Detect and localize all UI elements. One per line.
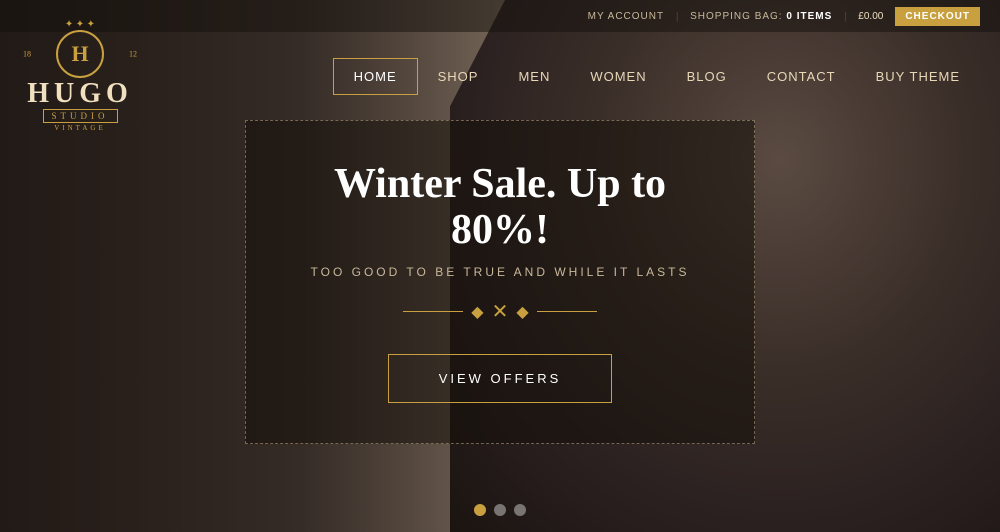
nav-blog[interactable]: BLOG	[667, 59, 747, 94]
nav-shop[interactable]: SHOP	[418, 59, 499, 94]
ornament-diamond-left: ◆	[471, 302, 483, 322]
top-bar: MY ACCOUNT | SHOPPING BAG: 0 ITEMS | £0.…	[0, 0, 1000, 32]
brand-tagline: VINTAGE	[54, 124, 106, 132]
slide-dot-1[interactable]	[474, 504, 486, 516]
separator-2: |	[844, 11, 846, 22]
logo-year-right: 12	[129, 50, 137, 59]
nav-women[interactable]: WOMEN	[570, 59, 666, 94]
shopping-bag-info: SHOPPING BAG: 0 ITEMS	[690, 11, 832, 22]
cart-price: £0.00	[858, 11, 883, 22]
nav-buy-theme[interactable]: BUY THEME	[856, 59, 980, 94]
slide-dot-3[interactable]	[514, 504, 526, 516]
checkout-button[interactable]: CHECKOUT	[895, 7, 980, 26]
ornament-line-left	[403, 311, 463, 312]
hero-content: Winter Sale. Up to 80%! TOO GOOD TO BE T…	[0, 120, 1000, 444]
separator-1: |	[676, 11, 678, 22]
logo-studio-box: STUDIO	[43, 109, 118, 123]
ornament-x: ✕	[492, 299, 509, 324]
ornament-diamond-right: ◆	[516, 302, 528, 322]
nav-men[interactable]: MEN	[498, 59, 570, 94]
main-nav: HOME SHOP MEN WOMEN BLOG CONTACT BUY THE…	[333, 58, 980, 95]
slide-dot-2[interactable]	[494, 504, 506, 516]
slide-indicators	[474, 504, 526, 516]
brand-name: HUGO	[27, 80, 133, 108]
nav-home[interactable]: HOME	[333, 58, 418, 95]
hero-subtitle: TOO GOOD TO BE TRUE AND WHILE IT LASTS	[311, 265, 690, 279]
logo-year-left: 18	[23, 50, 31, 59]
promo-box: Winter Sale. Up to 80%! TOO GOOD TO BE T…	[245, 120, 755, 444]
ornament-divider: ◆ ✕ ◆	[403, 299, 596, 324]
logo-emblem: 18 H 12	[45, 30, 115, 78]
hero-title: Winter Sale. Up to 80%!	[296, 161, 704, 253]
my-account-link[interactable]: MY ACCOUNT	[588, 11, 665, 22]
logo-ornament: ✦ ✦ ✦	[65, 20, 95, 30]
logo[interactable]: ✦ ✦ ✦ 18 H 12 HUGO STUDIO VINTAGE	[20, 36, 140, 116]
logo-letter: H	[71, 43, 88, 65]
nav-contact[interactable]: CONTACT	[747, 59, 856, 94]
view-offers-button[interactable]: VIEW OFFERS	[388, 354, 613, 403]
ornament-line-right	[537, 311, 597, 312]
brand-studio: STUDIO	[52, 111, 109, 121]
logo-circle: H	[56, 30, 104, 78]
header: ✦ ✦ ✦ 18 H 12 HUGO STUDIO VINTAGE HOME S…	[0, 32, 1000, 120]
